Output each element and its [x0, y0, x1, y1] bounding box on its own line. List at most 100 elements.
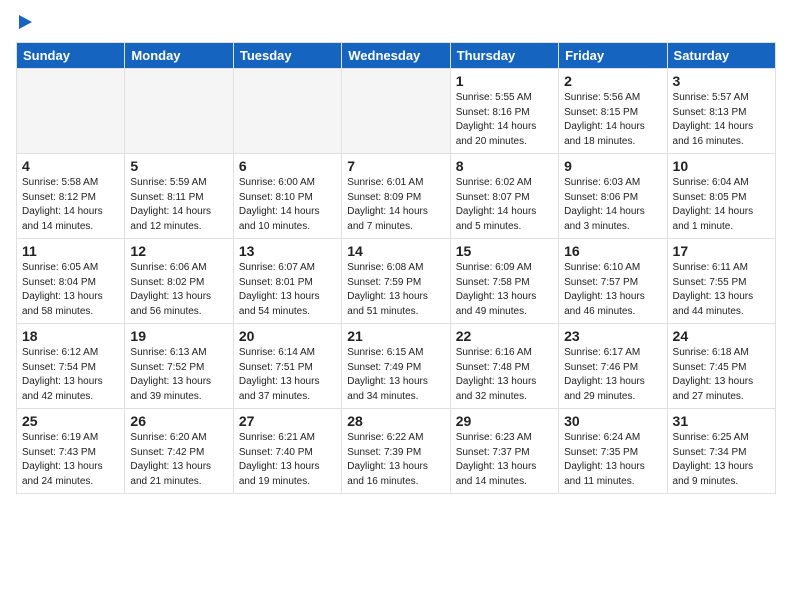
day-info-text: Sunrise: 6:06 AM Sunset: 8:02 PM Dayligh…: [130, 261, 227, 319]
day-info-text: Sunrise: 5:56 AM Sunset: 8:15 PM Dayligh…: [564, 91, 661, 149]
calendar-table: SundayMondayTuesdayWednesdayThursdayFrid…: [16, 42, 776, 494]
day-cell: 19Sunrise: 6:13 AM Sunset: 7:52 PM Dayli…: [125, 324, 233, 409]
day-number: 31: [673, 413, 770, 429]
day-info-text: Sunrise: 5:57 AM Sunset: 8:13 PM Dayligh…: [673, 91, 770, 149]
day-number: 17: [673, 243, 770, 259]
day-info-text: Sunrise: 6:12 AM Sunset: 7:54 PM Dayligh…: [22, 346, 119, 404]
day-cell: 2 Sunrise: 5:56 AM Sunset: 8:15 PM Daylig…: [559, 69, 667, 154]
day-info-text: Sunrise: 6:01 AM Sunset: 8:09 PM Dayligh…: [347, 176, 444, 234]
day-cell: 23 Sunrise: 6:17 AM Sunset: 7:46 PM Dayli…: [559, 324, 667, 409]
day-cell: 9 Sunrise: 6:03 AM Sunset: 8:06 PM Daylig…: [559, 154, 667, 239]
day-number: 24: [673, 328, 770, 344]
day-cell: 29 Sunrise: 6:23 AM Sunset: 7:37 PM Dayli…: [450, 409, 558, 494]
day-number: 13: [239, 243, 336, 259]
logo-chevron-icon: [19, 15, 32, 29]
day-number: 25: [22, 413, 119, 429]
day-info-text: Sunrise: 6:00 AM Sunset: 8:10 PM Dayligh…: [239, 176, 336, 234]
day-number: 11: [22, 243, 119, 259]
day-info-text: Sunrise: 6:18 AM Sunset: 7:45 PM Dayligh…: [673, 346, 770, 404]
day-info-text: Sunrise: 6:24 AM Sunset: 7:35 PM Dayligh…: [564, 431, 661, 489]
day-info-text: Sunrise: 6:08 AM Sunset: 7:59 PM Dayligh…: [347, 261, 444, 319]
day-cell: 4Sunrise: 5:58 AM Sunset: 8:12 PM Daylig…: [17, 154, 125, 239]
day-info-text: Sunrise: 6:09 AM Sunset: 7:58 PM Dayligh…: [456, 261, 553, 319]
day-cell: 20 Sunrise: 6:14 AM Sunset: 7:51 PM Dayli…: [233, 324, 341, 409]
day-cell: 21Sunrise: 6:15 AM Sunset: 7:49 PM Dayli…: [342, 324, 450, 409]
day-info-text: Sunrise: 6:15 AM Sunset: 7:49 PM Dayligh…: [347, 346, 444, 404]
day-cell: [17, 69, 125, 154]
day-cell: 5 Sunrise: 5:59 AM Sunset: 8:11 PM Daylig…: [125, 154, 233, 239]
day-cell: 30 Sunrise: 6:24 AM Sunset: 7:35 PM Dayli…: [559, 409, 667, 494]
day-number: 12: [130, 243, 227, 259]
day-cell: 11 Sunrise: 6:05 AM Sunset: 8:04 PM Dayli…: [17, 239, 125, 324]
day-number: 30: [564, 413, 661, 429]
day-cell: [233, 69, 341, 154]
day-info-text: Sunrise: 6:13 AM Sunset: 7:52 PM Dayligh…: [130, 346, 227, 404]
day-info-text: Sunrise: 6:05 AM Sunset: 8:04 PM Dayligh…: [22, 261, 119, 319]
day-cell: [125, 69, 233, 154]
column-header-saturday: Saturday: [667, 43, 775, 69]
day-info-text: Sunrise: 6:23 AM Sunset: 7:37 PM Dayligh…: [456, 431, 553, 489]
day-number: 26: [130, 413, 227, 429]
day-number: 18: [22, 328, 119, 344]
day-cell: 7 Sunrise: 6:01 AM Sunset: 8:09 PM Daylig…: [342, 154, 450, 239]
day-cell: 15 Sunrise: 6:09 AM Sunset: 7:58 PM Dayli…: [450, 239, 558, 324]
week-row-4: 18 Sunrise: 6:12 AM Sunset: 7:54 PM Dayli…: [17, 324, 776, 409]
day-info-text: Sunrise: 6:14 AM Sunset: 7:51 PM Dayligh…: [239, 346, 336, 404]
day-info-text: Sunrise: 5:59 AM Sunset: 8:11 PM Dayligh…: [130, 176, 227, 234]
week-row-1: 1 Sunrise: 5:55 AM Sunset: 8:16 PM Daylig…: [17, 69, 776, 154]
day-info-text: Sunrise: 6:02 AM Sunset: 8:07 PM Dayligh…: [456, 176, 553, 234]
day-info-text: Sunrise: 6:16 AM Sunset: 7:48 PM Dayligh…: [456, 346, 553, 404]
day-number: 7: [347, 158, 444, 174]
day-info-text: Sunrise: 6:10 AM Sunset: 7:57 PM Dayligh…: [564, 261, 661, 319]
day-cell: 18 Sunrise: 6:12 AM Sunset: 7:54 PM Dayli…: [17, 324, 125, 409]
week-row-2: 4Sunrise: 5:58 AM Sunset: 8:12 PM Daylig…: [17, 154, 776, 239]
day-number: 2: [564, 73, 661, 89]
day-info-text: Sunrise: 6:19 AM Sunset: 7:43 PM Dayligh…: [22, 431, 119, 489]
page-header: [16, 16, 776, 30]
day-cell: 8 Sunrise: 6:02 AM Sunset: 8:07 PM Daylig…: [450, 154, 558, 239]
column-header-monday: Monday: [125, 43, 233, 69]
day-number: 1: [456, 73, 553, 89]
day-number: 29: [456, 413, 553, 429]
day-info-text: Sunrise: 6:07 AM Sunset: 8:01 PM Dayligh…: [239, 261, 336, 319]
day-number: 5: [130, 158, 227, 174]
day-number: 15: [456, 243, 553, 259]
day-number: 3: [673, 73, 770, 89]
day-cell: 17Sunrise: 6:11 AM Sunset: 7:55 PM Dayli…: [667, 239, 775, 324]
day-number: 4: [22, 158, 119, 174]
column-header-friday: Friday: [559, 43, 667, 69]
day-cell: 22 Sunrise: 6:16 AM Sunset: 7:48 PM Dayli…: [450, 324, 558, 409]
day-number: 28: [347, 413, 444, 429]
day-cell: 6 Sunrise: 6:00 AM Sunset: 8:10 PM Daylig…: [233, 154, 341, 239]
logo: [16, 16, 32, 30]
day-number: 22: [456, 328, 553, 344]
day-cell: 25 Sunrise: 6:19 AM Sunset: 7:43 PM Dayli…: [17, 409, 125, 494]
day-cell: 31 Sunrise: 6:25 AM Sunset: 7:34 PM Dayli…: [667, 409, 775, 494]
day-info-text: Sunrise: 6:04 AM Sunset: 8:05 PM Dayligh…: [673, 176, 770, 234]
day-info-text: Sunrise: 6:21 AM Sunset: 7:40 PM Dayligh…: [239, 431, 336, 489]
day-info-text: Sunrise: 6:03 AM Sunset: 8:06 PM Dayligh…: [564, 176, 661, 234]
day-info-text: Sunrise: 5:55 AM Sunset: 8:16 PM Dayligh…: [456, 91, 553, 149]
column-header-tuesday: Tuesday: [233, 43, 341, 69]
day-info-text: Sunrise: 6:25 AM Sunset: 7:34 PM Dayligh…: [673, 431, 770, 489]
day-cell: 16 Sunrise: 6:10 AM Sunset: 7:57 PM Dayli…: [559, 239, 667, 324]
day-cell: 24 Sunrise: 6:18 AM Sunset: 7:45 PM Dayli…: [667, 324, 775, 409]
day-number: 23: [564, 328, 661, 344]
day-number: 8: [456, 158, 553, 174]
day-cell: 27 Sunrise: 6:21 AM Sunset: 7:40 PM Dayli…: [233, 409, 341, 494]
day-number: 9: [564, 158, 661, 174]
week-row-3: 11 Sunrise: 6:05 AM Sunset: 8:04 PM Dayli…: [17, 239, 776, 324]
day-number: 10: [673, 158, 770, 174]
day-number: 27: [239, 413, 336, 429]
day-cell: 26 Sunrise: 6:20 AM Sunset: 7:42 PM Dayli…: [125, 409, 233, 494]
week-row-5: 25 Sunrise: 6:19 AM Sunset: 7:43 PM Dayli…: [17, 409, 776, 494]
day-number: 6: [239, 158, 336, 174]
column-header-sunday: Sunday: [17, 43, 125, 69]
day-cell: 12 Sunrise: 6:06 AM Sunset: 8:02 PM Dayli…: [125, 239, 233, 324]
day-number: 16: [564, 243, 661, 259]
day-number: 20: [239, 328, 336, 344]
day-cell: 14Sunrise: 6:08 AM Sunset: 7:59 PM Dayli…: [342, 239, 450, 324]
day-cell: 10 Sunrise: 6:04 AM Sunset: 8:05 PM Dayli…: [667, 154, 775, 239]
day-info-text: Sunrise: 6:17 AM Sunset: 7:46 PM Dayligh…: [564, 346, 661, 404]
day-info-text: Sunrise: 6:20 AM Sunset: 7:42 PM Dayligh…: [130, 431, 227, 489]
